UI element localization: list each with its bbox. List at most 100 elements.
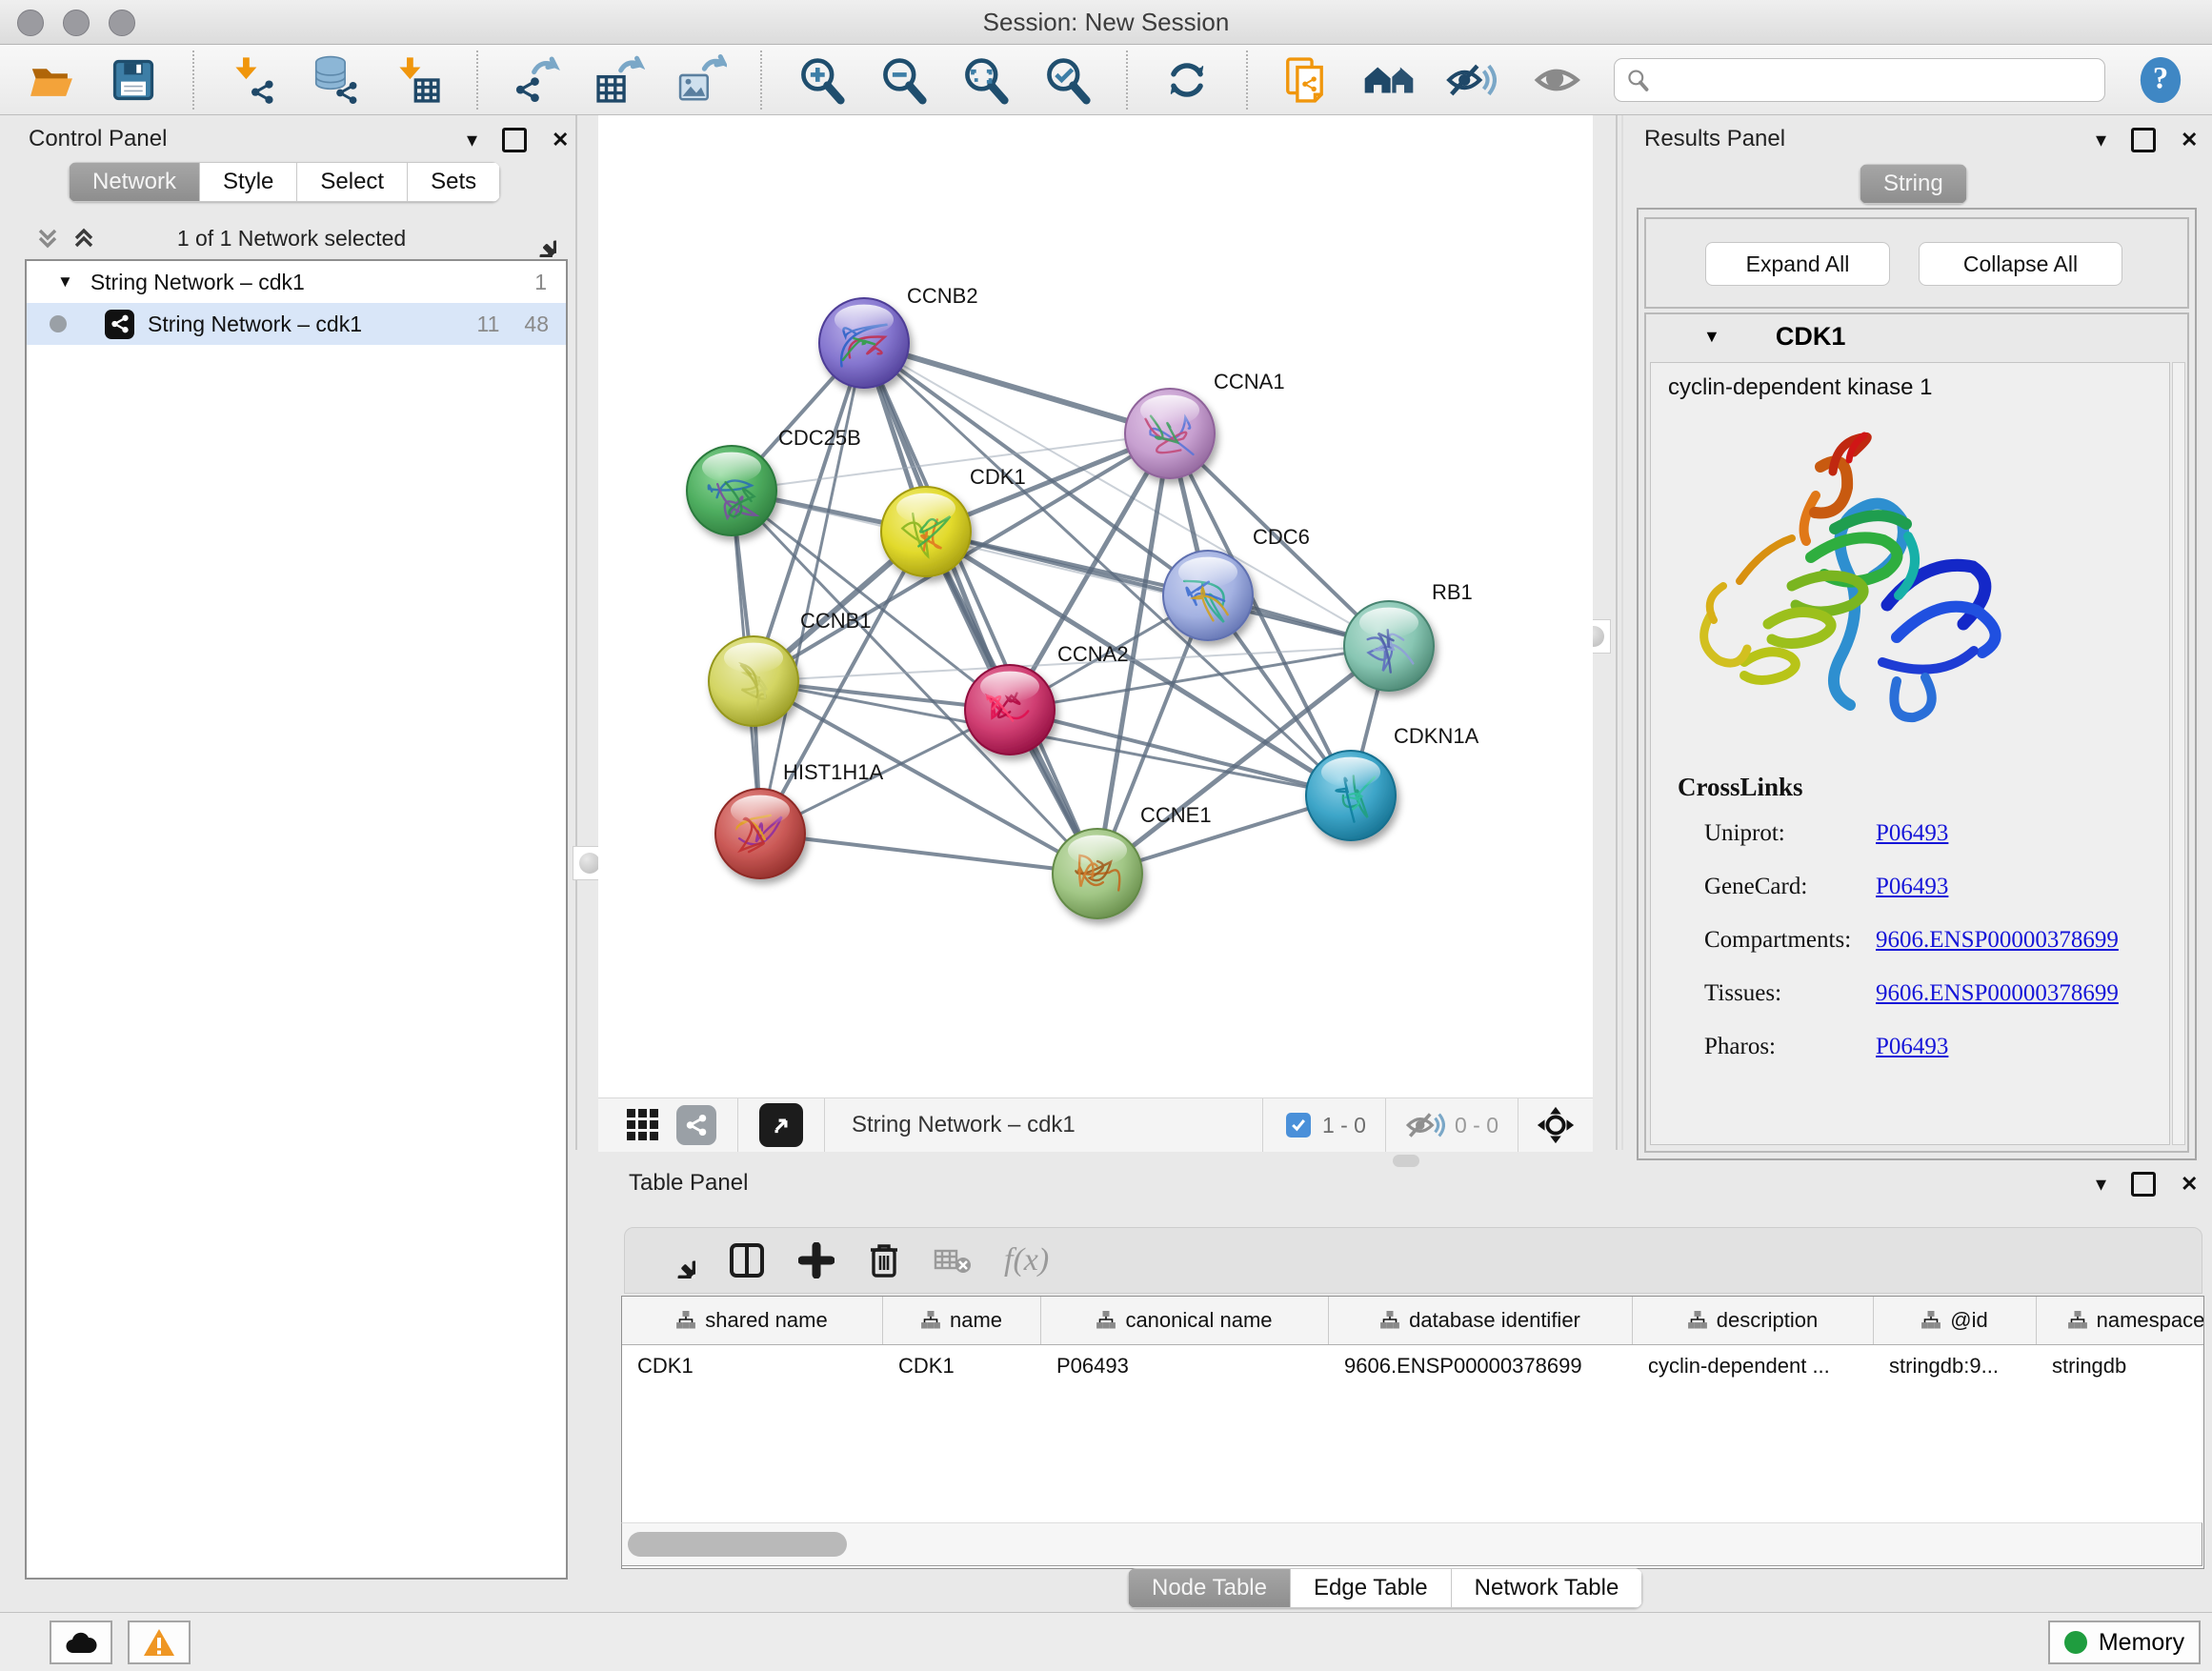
export-image-icon[interactable] xyxy=(674,53,728,107)
column-header--id[interactable]: @id xyxy=(1874,1297,2037,1344)
collection-expander-icon[interactable]: ▼ xyxy=(57,272,73,292)
grid-view-icon[interactable] xyxy=(625,1107,661,1143)
table-cell[interactable]: CDK1 xyxy=(622,1345,883,1387)
right-splitter[interactable] xyxy=(1616,115,1618,1150)
zoom-out-icon[interactable] xyxy=(876,53,930,107)
save-session-icon[interactable] xyxy=(107,53,160,107)
results-scrollbar[interactable] xyxy=(2172,362,2185,1145)
float-panel-icon[interactable] xyxy=(2131,1172,2156,1197)
export-network-icon[interactable] xyxy=(511,53,564,107)
help-icon[interactable]: ? xyxy=(2134,53,2187,107)
network-view-icon[interactable] xyxy=(676,1105,716,1145)
cloud-status-button[interactable] xyxy=(50,1621,112,1664)
refresh-icon[interactable] xyxy=(1160,53,1214,107)
scrollbar-thumb[interactable] xyxy=(628,1532,847,1557)
zoom-fit-icon[interactable] xyxy=(958,53,1012,107)
network-node-ccnb1[interactable] xyxy=(709,636,798,726)
table-cell[interactable]: stringdb xyxy=(2037,1345,2204,1387)
network-node-ccna2[interactable] xyxy=(965,665,1055,755)
network-edge[interactable] xyxy=(926,532,1389,646)
close-panel-icon[interactable]: ✕ xyxy=(552,130,569,151)
table-panel-title: Table Panel xyxy=(629,1170,748,1197)
column-header-description[interactable]: description xyxy=(1633,1297,1874,1344)
open-session-icon[interactable] xyxy=(25,53,78,107)
tab-edge-table[interactable]: Edge Table xyxy=(1291,1568,1452,1608)
float-panel-icon[interactable] xyxy=(2131,128,2156,152)
tab-string[interactable]: String xyxy=(1860,164,1967,204)
zoom-selected-icon[interactable] xyxy=(1040,53,1094,107)
table-cell[interactable]: 9606.ENSP00000378699 xyxy=(1329,1345,1633,1387)
network-canvas[interactable]: CCNB2CCNA1CDC25BCDK1CDC6RB1CCNB1CCNA2CDK… xyxy=(598,115,1593,1097)
collapse-panel-icon[interactable]: ▾ xyxy=(2096,130,2106,151)
column-header-namespace[interactable]: namespace xyxy=(2037,1297,2204,1344)
entry-expander-icon[interactable]: ▼ xyxy=(1703,327,1720,347)
table-splitter-handle[interactable] xyxy=(1393,1155,1419,1167)
tab-network[interactable]: Network xyxy=(69,162,200,202)
float-panel-icon[interactable] xyxy=(502,128,527,152)
network-collection-row[interactable]: ▼ String Network – cdk1 1 xyxy=(27,261,566,303)
network-node-cdc25b[interactable] xyxy=(687,446,776,535)
crosslink-link[interactable]: P06493 xyxy=(1876,1034,1948,1072)
collapse-panel-icon[interactable]: ▾ xyxy=(2096,1174,2106,1195)
network-edge[interactable] xyxy=(760,834,1097,874)
show-all-icon[interactable] xyxy=(1532,53,1585,107)
crosslink-link[interactable]: P06493 xyxy=(1876,820,1948,858)
network-node-cdkn1a[interactable] xyxy=(1306,751,1396,840)
column-header-name[interactable]: name xyxy=(883,1297,1041,1344)
export-table-icon[interactable] xyxy=(593,53,646,107)
tab-sets[interactable]: Sets xyxy=(408,162,500,202)
table-cell[interactable]: cyclin-dependent ... xyxy=(1633,1345,1874,1387)
tab-node-table[interactable]: Node Table xyxy=(1128,1568,1291,1608)
import-network-from-database-icon[interactable] xyxy=(309,53,362,107)
table-row[interactable]: CDK1CDK1P064939606.ENSP00000378699cyclin… xyxy=(622,1345,2203,1387)
network-edge[interactable] xyxy=(864,343,1097,874)
network-node-hist1h1a[interactable] xyxy=(715,789,805,878)
network-node-cdc6[interactable] xyxy=(1163,551,1253,640)
hide-selected-icon[interactable] xyxy=(1444,53,1498,107)
import-table-icon[interactable] xyxy=(391,53,444,107)
search-box[interactable] xyxy=(1614,58,2105,102)
close-panel-icon[interactable]: ✕ xyxy=(2181,130,2198,151)
import-network-icon[interactable] xyxy=(227,53,280,107)
network-row[interactable]: String Network – cdk1 11 48 xyxy=(27,303,566,345)
expand-all-button[interactable]: Expand All xyxy=(1705,242,1890,286)
table-options-gear-icon[interactable] xyxy=(659,1242,695,1278)
selected-checkbox-icon[interactable] xyxy=(1286,1113,1311,1137)
delete-column-icon[interactable] xyxy=(867,1241,901,1279)
network-options-gear-icon[interactable] xyxy=(522,223,556,257)
table-cell[interactable]: stringdb:9... xyxy=(1874,1345,2037,1387)
crosslink-link[interactable]: 9606.ENSP00000378699 xyxy=(1876,980,2119,1018)
crosslink-link[interactable]: 9606.ENSP00000378699 xyxy=(1876,927,2119,965)
column-header-database-identifier[interactable]: database identifier xyxy=(1329,1297,1633,1344)
table-cell[interactable]: CDK1 xyxy=(883,1345,1041,1387)
warnings-button[interactable] xyxy=(128,1621,191,1664)
collapse-panel-icon[interactable]: ▾ xyxy=(467,130,477,151)
show-columns-icon[interactable] xyxy=(728,1241,766,1279)
tab-network-table[interactable]: Network Table xyxy=(1452,1568,1643,1608)
search-input[interactable] xyxy=(1657,67,2093,93)
network-node-ccne1[interactable] xyxy=(1053,829,1142,918)
crosslink-link[interactable]: P06493 xyxy=(1876,874,1948,912)
network-node-cdk1[interactable] xyxy=(881,487,971,576)
table-cell[interactable]: P06493 xyxy=(1041,1345,1329,1387)
fit-content-crosshair-icon[interactable] xyxy=(1536,1105,1576,1145)
tab-style[interactable]: Style xyxy=(200,162,297,202)
collapse-all-button[interactable]: Collapse All xyxy=(1919,242,2122,286)
zoom-in-icon[interactable] xyxy=(794,53,848,107)
network-edge[interactable] xyxy=(864,343,1170,433)
column-header-shared-name[interactable]: shared name xyxy=(622,1297,883,1344)
table-horizontal-scrollbar[interactable] xyxy=(621,1522,2202,1566)
column-header-canonical-name[interactable]: canonical name xyxy=(1041,1297,1329,1344)
birdseye-view-icon[interactable] xyxy=(759,1103,803,1147)
close-panel-icon[interactable]: ✕ xyxy=(2181,1174,2198,1195)
clone-network-icon[interactable] xyxy=(1280,53,1334,107)
gene-entry-header[interactable]: ▼ CDK1 xyxy=(1646,314,2187,358)
home-networks-icon[interactable] xyxy=(1362,53,1416,107)
network-node-rb1[interactable] xyxy=(1344,601,1434,691)
tab-select[interactable]: Select xyxy=(297,162,408,202)
network-node-ccnb2[interactable] xyxy=(819,298,909,388)
left-splitter[interactable] xyxy=(575,115,577,1150)
memory-button[interactable]: Memory xyxy=(2048,1621,2201,1664)
add-column-icon[interactable] xyxy=(798,1242,835,1278)
network-node-ccna1[interactable] xyxy=(1125,389,1215,478)
